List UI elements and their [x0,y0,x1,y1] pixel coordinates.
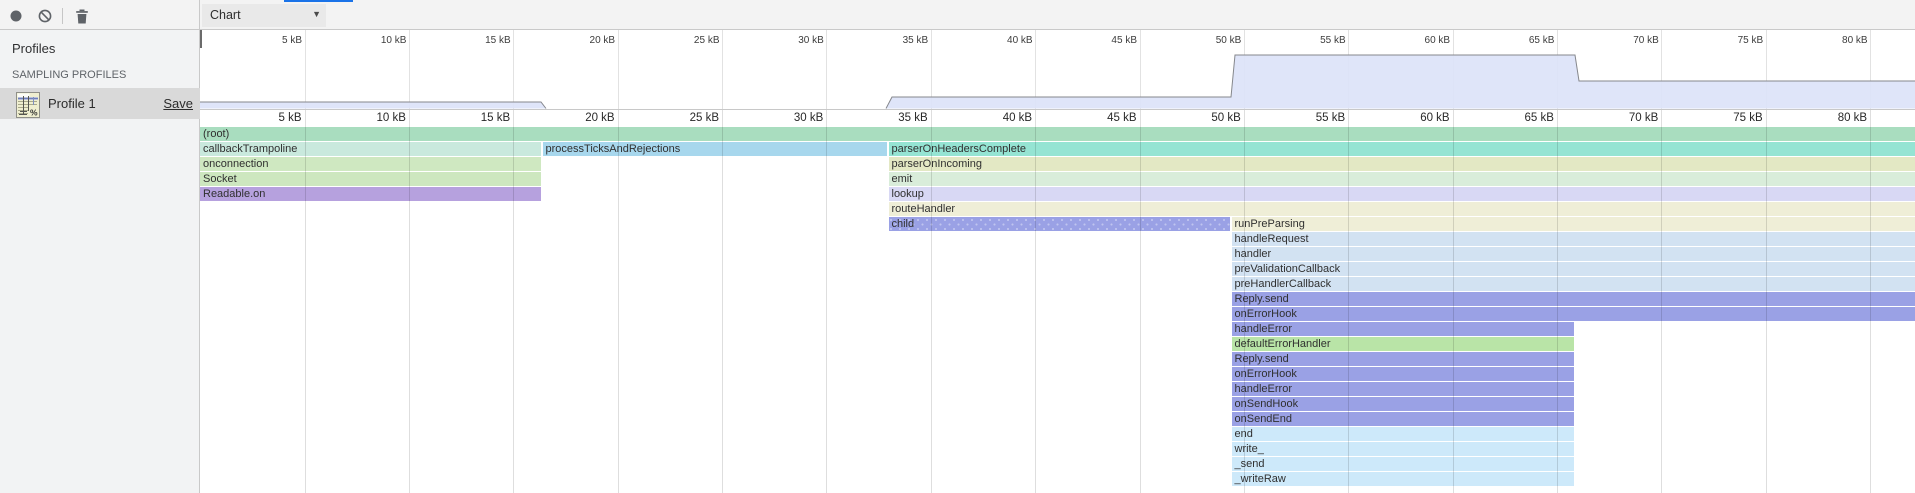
svg-text:%: % [30,108,38,118]
